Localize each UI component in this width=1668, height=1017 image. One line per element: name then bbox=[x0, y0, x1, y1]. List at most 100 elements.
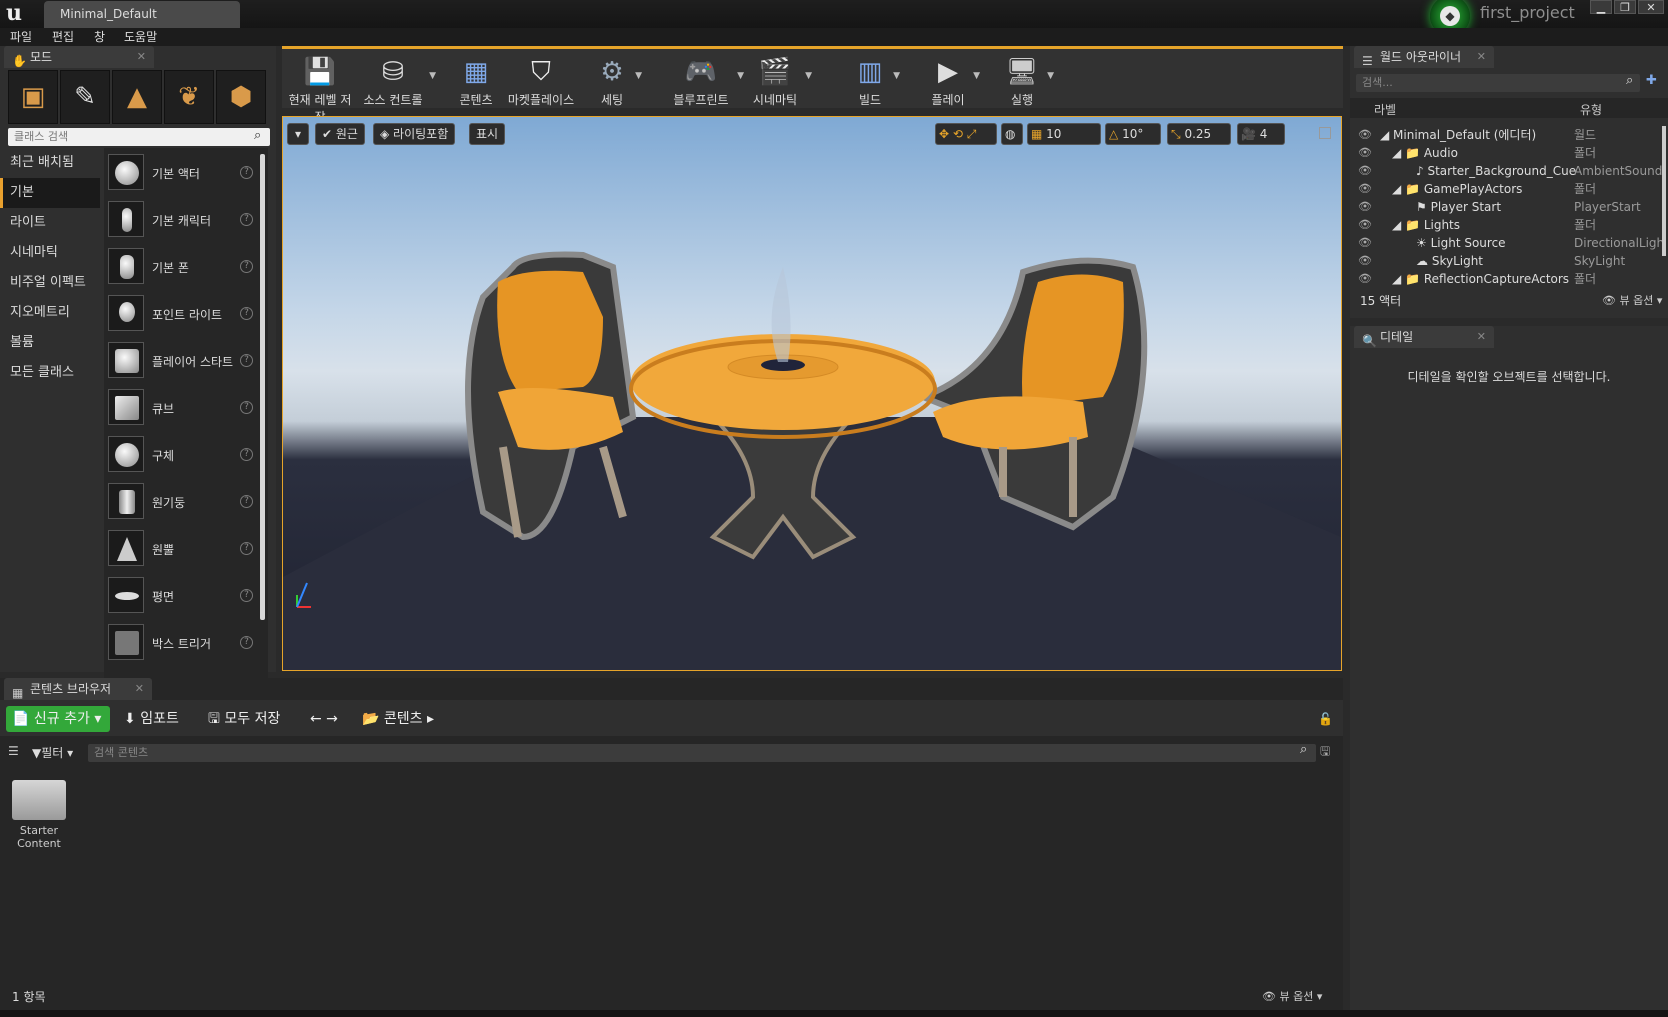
settings-button[interactable]: ⚙ 세팅 ▼ bbox=[594, 51, 642, 109]
minimize-button[interactable]: ▁ bbox=[1590, 0, 1612, 14]
class-item[interactable]: 원기둥? bbox=[108, 480, 258, 524]
paint-mode-icon[interactable]: ✎ bbox=[60, 70, 110, 124]
outliner-row[interactable]: 👁 ◢ 📁 GamePlayActors 폴더 bbox=[1350, 180, 1668, 198]
source-control-button[interactable]: ⛁ 소스 컨트롤 ▼ bbox=[362, 51, 436, 109]
category-cinematic[interactable]: 시네마틱 bbox=[0, 238, 100, 268]
chevron-down-icon[interactable]: ▼ bbox=[973, 71, 980, 81]
menu-file[interactable]: 파일 bbox=[10, 28, 32, 46]
category-recent[interactable]: 최근 배치됨 bbox=[0, 148, 100, 178]
outliner-row[interactable]: 👁 ☀ Light Source DirectionalLigh bbox=[1350, 234, 1668, 252]
help-icon[interactable]: ? bbox=[240, 307, 253, 320]
launch-button[interactable]: 🖥 실행 ▼ bbox=[1002, 51, 1054, 109]
category-basic[interactable]: 기본 bbox=[0, 178, 100, 208]
geometry-mode-icon[interactable]: ⬢ bbox=[216, 70, 266, 124]
help-icon[interactable]: ? bbox=[240, 213, 253, 226]
class-item[interactable]: 평면? bbox=[108, 574, 258, 618]
save-level-button[interactable]: 💾현재 레벨 저장 bbox=[286, 51, 354, 124]
class-item[interactable]: 플레이어 스타트? bbox=[108, 339, 258, 383]
path-breadcrumb[interactable]: 📂 콘텐츠 ▸ bbox=[362, 706, 434, 732]
starter-content-folder[interactable]: Starter Content bbox=[10, 772, 68, 852]
blueprints-button[interactable]: 🎮 블루프린트 ▼ bbox=[670, 51, 744, 109]
play-button[interactable]: ▶ 플레이 ▼ bbox=[928, 51, 980, 109]
help-icon[interactable]: ? bbox=[240, 401, 253, 414]
help-icon[interactable]: ? bbox=[240, 636, 253, 649]
menu-help[interactable]: 도움말 bbox=[124, 28, 157, 46]
modes-tab[interactable]: ✋ 모드 ✕ bbox=[4, 46, 154, 68]
menu-edit[interactable]: 편집 bbox=[52, 28, 74, 46]
class-item[interactable]: 기본 폰? bbox=[108, 245, 258, 289]
class-item[interactable]: 박스 트리거? bbox=[108, 621, 258, 665]
chevron-down-icon[interactable]: ▼ bbox=[805, 71, 812, 81]
help-icon[interactable]: ? bbox=[240, 495, 253, 508]
close-tab-icon[interactable]: ✕ bbox=[137, 46, 146, 68]
save-all-button[interactable]: 🖫 모두 저장 bbox=[208, 706, 280, 732]
build-button[interactable]: ▥ 빌드 ▼ bbox=[852, 51, 900, 109]
class-item[interactable]: 기본 액터? bbox=[108, 151, 258, 195]
class-item[interactable]: 원뿔? bbox=[108, 527, 258, 571]
class-item[interactable]: 큐브? bbox=[108, 386, 258, 430]
visibility-eye-icon[interactable]: 👁 bbox=[1358, 162, 1372, 180]
foliage-mode-icon[interactable]: ❦ bbox=[164, 70, 214, 124]
help-icon[interactable]: ? bbox=[240, 354, 253, 367]
view-options-button[interactable]: 👁 뷰 옵션 ▾ bbox=[1602, 292, 1662, 308]
import-button[interactable]: ⬇ 임포트 bbox=[124, 706, 179, 732]
world-outliner-tab[interactable]: ☰ 월드 아웃라이너 ✕ bbox=[1354, 46, 1494, 68]
outliner-row[interactable]: 👁 ☁ SkyLight SkyLight bbox=[1350, 252, 1668, 270]
help-icon[interactable]: ? bbox=[240, 166, 253, 179]
class-item[interactable]: 포인트 라이트? bbox=[108, 292, 258, 336]
outliner-search-input[interactable]: 검색... bbox=[1356, 74, 1640, 92]
visibility-eye-icon[interactable]: 👁 bbox=[1358, 234, 1372, 252]
visibility-eye-icon[interactable]: 👁 bbox=[1358, 144, 1372, 162]
chevron-down-icon[interactable]: ▼ bbox=[1047, 71, 1054, 81]
level-document-tab[interactable]: Minimal_Default bbox=[44, 1, 240, 28]
landscape-mode-icon[interactable]: ▲ bbox=[112, 70, 162, 124]
view-options-button[interactable]: 👁 뷰 옵션 ▾ bbox=[1262, 988, 1322, 1004]
chevron-down-icon[interactable]: ▼ bbox=[429, 71, 436, 81]
marketplace-button[interactable]: ⛉ 마켓플레이스 bbox=[504, 51, 578, 109]
visibility-eye-icon[interactable]: 👁 bbox=[1358, 270, 1372, 288]
content-browser-tab[interactable]: ▦ 콘텐츠 브라우저 ✕ bbox=[4, 678, 152, 700]
help-icon[interactable]: ? bbox=[240, 589, 253, 602]
outliner-row[interactable]: 👁 ◢ 📁 ReflectionCaptureActors 폴더 bbox=[1350, 270, 1668, 288]
outliner-row[interactable]: 👁 ◢ 📁 Lights 폴더 bbox=[1350, 216, 1668, 234]
class-list-scrollbar[interactable] bbox=[260, 154, 265, 620]
filters-button[interactable]: ▼필터 ▾ bbox=[32, 744, 73, 761]
outliner-row[interactable]: 👁 ◢ Minimal_Default (에디터) 월드 bbox=[1350, 126, 1668, 144]
outliner-scrollbar[interactable] bbox=[1662, 126, 1666, 256]
details-tab[interactable]: 🔍 디테일 ✕ bbox=[1354, 326, 1494, 348]
category-lights[interactable]: 라이트 bbox=[0, 208, 100, 238]
type-column-header[interactable]: 유형 bbox=[1580, 101, 1602, 118]
visibility-eye-icon[interactable]: 👁 bbox=[1358, 198, 1372, 216]
help-icon[interactable]: ? bbox=[240, 448, 253, 461]
chevron-down-icon[interactable]: ▼ bbox=[893, 71, 900, 81]
menu-window[interactable]: 창 bbox=[94, 28, 105, 46]
category-all-classes[interactable]: 모든 클래스 bbox=[0, 358, 100, 388]
class-item[interactable]: 구체? bbox=[108, 433, 258, 477]
chevron-down-icon[interactable]: ▼ bbox=[635, 71, 642, 81]
category-geometry[interactable]: 지오메트리 bbox=[0, 298, 100, 328]
outliner-row[interactable]: 👁 ♪ Starter_Background_Cue AmbientSound bbox=[1350, 162, 1668, 180]
content-button[interactable]: ▦ 콘텐츠 bbox=[454, 51, 498, 109]
cinematics-button[interactable]: 🎬 시네마틱 ▼ bbox=[750, 51, 812, 109]
back-forward-buttons[interactable]: ← → bbox=[310, 706, 338, 732]
visibility-eye-icon[interactable]: 👁 bbox=[1358, 126, 1372, 144]
outliner-row[interactable]: 👁 ⚑ Player Start PlayerStart bbox=[1350, 198, 1668, 216]
help-icon[interactable]: ? bbox=[240, 542, 253, 555]
visibility-eye-icon[interactable]: 👁 bbox=[1358, 180, 1372, 198]
outliner-row[interactable]: 👁 ◢ 📁 Audio 폴더 bbox=[1350, 144, 1668, 162]
help-icon[interactable]: ? bbox=[240, 260, 253, 273]
close-button[interactable]: ✕ bbox=[1638, 0, 1664, 14]
class-item[interactable]: 기본 캐릭터? bbox=[108, 198, 258, 242]
label-column-header[interactable]: 라벨 bbox=[1374, 101, 1396, 118]
visibility-eye-icon[interactable]: 👁 bbox=[1358, 216, 1372, 234]
lock-icon[interactable]: 🔓 bbox=[1318, 712, 1333, 726]
close-tab-icon[interactable]: ✕ bbox=[1477, 46, 1486, 68]
class-search-input[interactable]: 클래스 검색 bbox=[8, 128, 270, 146]
category-visual-effects[interactable]: 비주얼 이펙트 bbox=[0, 268, 100, 298]
category-volumes[interactable]: 볼륨 bbox=[0, 328, 100, 358]
maximize-button[interactable]: ❐ bbox=[1614, 0, 1636, 14]
close-tab-icon[interactable]: ✕ bbox=[135, 678, 144, 700]
close-tab-icon[interactable]: ✕ bbox=[1477, 326, 1486, 348]
add-folder-icon[interactable]: ✚ bbox=[1646, 73, 1657, 88]
content-search-input[interactable]: 검색 콘텐츠 bbox=[88, 744, 1316, 762]
